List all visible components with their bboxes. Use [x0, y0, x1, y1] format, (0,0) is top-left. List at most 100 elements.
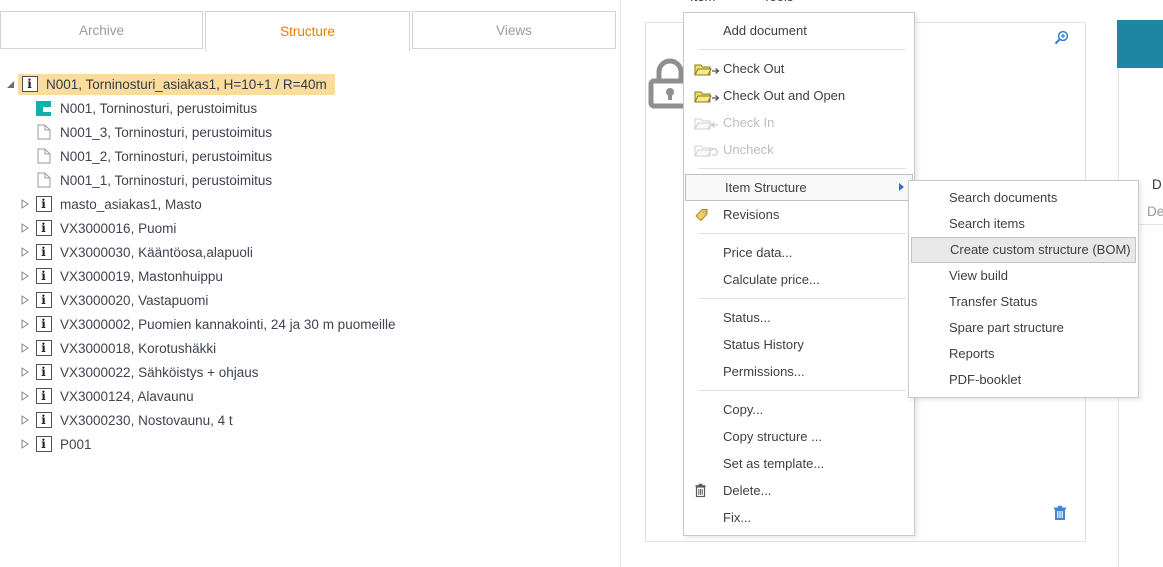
delete-trash-icon	[694, 477, 707, 504]
tree-row[interactable]: i VX3000124, Alavaunu	[0, 384, 620, 408]
menu-item-check-in[interactable]: Check In	[684, 109, 914, 136]
menu-item-label: Copy structure ...	[723, 429, 822, 444]
menu-item-label: Delete...	[723, 483, 771, 498]
tree-row[interactable]: i VX3000030, Kääntöosa,alapuoli	[0, 240, 620, 264]
tree-row-content[interactable]: i VX3000230, Nostovaunu, 4 t	[32, 410, 241, 431]
submenu-item-pdf-booklet[interactable]: PDF-booklet	[909, 367, 1138, 393]
menu-item-delete[interactable]: Delete...	[684, 477, 914, 504]
menu-item-add-document[interactable]: Add document	[684, 17, 914, 44]
tree-row-content[interactable]: N001_1, Torninosturi, perustoimitus	[32, 170, 280, 191]
expander-collapsed-icon[interactable]	[17, 343, 32, 353]
menu-item-uncheck[interactable]: Uncheck	[684, 136, 914, 163]
expander-collapsed-icon[interactable]	[17, 439, 32, 449]
expander-collapsed-icon[interactable]	[17, 367, 32, 377]
menu-item-label: Price data...	[723, 245, 792, 260]
menu-item-status-history[interactable]: Status History	[684, 331, 914, 358]
right-panel-label-top: D	[1152, 177, 1162, 192]
tree-row[interactable]: N001, Torninosturi, perustoimitus	[0, 96, 620, 120]
submenu-item-label: PDF-booklet	[949, 372, 1021, 387]
tree-row-content[interactable]: i VX3000020, Vastapuomi	[32, 290, 216, 311]
tree-row[interactable]: i VX3000002, Puomien kannakointi, 24 ja …	[0, 312, 620, 336]
menu-item-label: Status...	[723, 310, 771, 325]
menu-item-item-structure[interactable]: Item Structure	[685, 174, 913, 201]
submenu-item-search-documents[interactable]: Search documents	[909, 185, 1138, 211]
tree-row[interactable]: i VX3000019, Mastonhuippu	[0, 264, 620, 288]
menu-item-revisions[interactable]: Revisions	[684, 201, 914, 228]
menu-item-fix[interactable]: Fix...	[684, 504, 914, 531]
tree-row[interactable]: N001_3, Torninosturi, perustoimitus	[0, 120, 620, 144]
tree-row-content[interactable]: i VX3000018, Korotushäkki	[32, 338, 224, 359]
right-panel-label-bottom: De	[1147, 204, 1163, 219]
submenu-item-label: Search documents	[949, 190, 1057, 205]
tree-row-content[interactable]: i VX3000019, Mastonhuippu	[32, 266, 231, 287]
expander-collapsed-icon[interactable]	[17, 271, 32, 281]
expander-collapsed-icon[interactable]	[17, 295, 32, 305]
tree-row[interactable]: i VX3000018, Korotushäkki	[0, 336, 620, 360]
tree-row-label: VX3000030, Kääntöosa,alapuoli	[60, 245, 253, 260]
zoom-in-icon[interactable]	[1054, 30, 1069, 45]
model-icon	[35, 100, 52, 117]
expander-collapsed-icon[interactable]	[17, 415, 32, 425]
menubar-item[interactable]: Item	[690, 0, 715, 4]
tree-row-content[interactable]: i P001	[32, 434, 100, 455]
info-box-icon: i	[21, 76, 38, 93]
tree-row-label: N001_2, Torninosturi, perustoimitus	[60, 149, 272, 164]
check-out-folder-icon	[694, 55, 720, 82]
submenu-item-reports[interactable]: Reports	[909, 341, 1138, 367]
expander-collapsed-icon[interactable]	[17, 247, 32, 257]
expander-collapsed-icon[interactable]	[17, 391, 32, 401]
submenu-item-label: View build	[949, 268, 1008, 283]
submenu-item-view-build[interactable]: View build	[909, 263, 1138, 289]
tab-archive[interactable]: Archive	[0, 11, 203, 49]
expander-collapsed-icon[interactable]	[17, 319, 32, 329]
menu-separator	[698, 298, 906, 299]
submenu-item-spare-part-structure[interactable]: Spare part structure	[909, 315, 1138, 341]
tab-structure[interactable]: Structure	[205, 11, 410, 51]
menu-item-label: Revisions	[723, 207, 779, 222]
tree-row[interactable]: i VX3000016, Puomi	[0, 216, 620, 240]
tree-row[interactable]: i VX3000020, Vastapuomi	[0, 288, 620, 312]
tree-row[interactable]: i N001, Torninosturi_asiakas1, H=10+1 / …	[0, 72, 620, 96]
tree-row-content[interactable]: i VX3000016, Puomi	[32, 218, 184, 239]
tree-row[interactable]: i P001	[0, 432, 620, 456]
tree-row-content[interactable]: N001_2, Torninosturi, perustoimitus	[32, 146, 280, 167]
tree-row-content[interactable]: i VX3000022, Sähköistys + ohjaus	[32, 362, 267, 383]
tree-row-content[interactable]: N001_3, Torninosturi, perustoimitus	[32, 122, 280, 143]
tree-row-content[interactable]: i N001, Torninosturi_asiakas1, H=10+1 / …	[18, 74, 335, 95]
tree-row-content[interactable]: i masto_asiakas1, Masto	[32, 194, 210, 215]
tree-row[interactable]: N001_2, Torninosturi, perustoimitus	[0, 144, 620, 168]
tree-row[interactable]: N001_1, Torninosturi, perustoimitus	[0, 168, 620, 192]
menu-item-permissions[interactable]: Permissions...	[684, 358, 914, 385]
tree-row-content[interactable]: i VX3000002, Puomien kannakointi, 24 ja …	[32, 314, 403, 335]
tree-row-content[interactable]: i VX3000124, Alavaunu	[32, 386, 202, 407]
tree-row[interactable]: i masto_asiakas1, Masto	[0, 192, 620, 216]
expander-open-icon[interactable]	[3, 80, 18, 89]
expander-collapsed-icon[interactable]	[17, 199, 32, 209]
tab-views[interactable]: Views	[412, 11, 616, 49]
check-out-open-folder-icon	[694, 82, 720, 109]
menu-item-status[interactable]: Status...	[684, 304, 914, 331]
menu-item-copy[interactable]: Copy...	[684, 396, 914, 423]
menu-item-check-out-and-open[interactable]: Check Out and Open	[684, 82, 914, 109]
menubar-partial: Item Tools	[620, 0, 1163, 7]
menu-item-check-out[interactable]: Check Out	[684, 55, 914, 82]
tree-row-label: VX3000230, Nostovaunu, 4 t	[60, 413, 233, 428]
tree-row[interactable]: i VX3000022, Sähköistys + ohjaus	[0, 360, 620, 384]
menu-item-calculate-price[interactable]: Calculate price...	[684, 266, 914, 293]
delete-card-icon[interactable]	[1053, 505, 1067, 521]
submenu-item-transfer-status[interactable]: Transfer Status	[909, 289, 1138, 315]
submenu-item-search-items[interactable]: Search items	[909, 211, 1138, 237]
menu-item-price-data[interactable]: Price data...	[684, 239, 914, 266]
menubar-tools[interactable]: Tools	[763, 0, 793, 4]
menu-item-copy-structure[interactable]: Copy structure ...	[684, 423, 914, 450]
tree-row[interactable]: i VX3000230, Nostovaunu, 4 t	[0, 408, 620, 432]
tree-row-content[interactable]: i VX3000030, Kääntöosa,alapuoli	[32, 242, 261, 263]
tree-row-content[interactable]: N001, Torninosturi, perustoimitus	[32, 98, 265, 119]
menu-item-label: Add document	[723, 23, 807, 38]
expander-collapsed-icon[interactable]	[17, 223, 32, 233]
menu-item-set-as-template[interactable]: Set as template...	[684, 450, 914, 477]
tree-row-label: VX3000020, Vastapuomi	[60, 293, 208, 308]
tree-row-label: VX3000002, Puomien kannakointi, 24 ja 30…	[60, 317, 395, 332]
submenu-item-create-custom-structure-bom[interactable]: Create custom structure (BOM)	[911, 237, 1136, 263]
info-box-icon: i	[35, 268, 52, 285]
